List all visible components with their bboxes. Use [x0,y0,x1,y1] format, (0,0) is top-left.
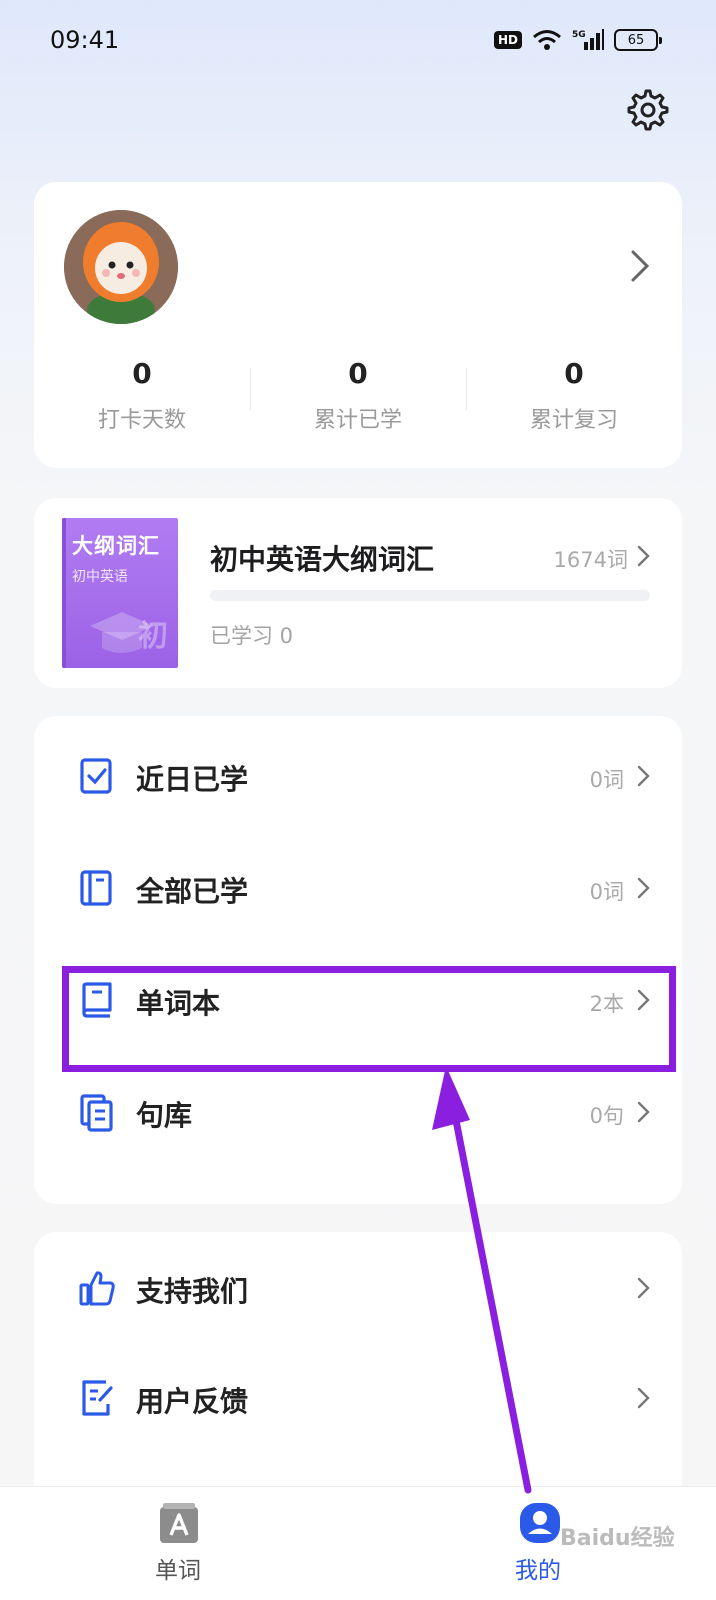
highlight-annotation-box [62,966,676,1072]
battery-icon: 65 [614,29,662,51]
chevron-right-icon [637,1277,650,1299]
menu-item-label: 句库 [136,1099,193,1132]
book-title: 初中英语大纲词汇 [210,543,435,576]
book-spine [62,518,66,668]
cover-title: 大纲词汇 [72,534,160,558]
stat-label: 打卡天数 [97,408,186,433]
hd-icon: HD [493,31,522,49]
status-icons: HD 5G 65 [493,28,662,52]
stat-value: 0 [564,357,584,390]
stat-value: 0 [132,357,152,390]
tab-label: 我的 [515,1558,561,1584]
stat-label: 累计复习 [529,408,618,433]
study-menu-card: 近日已学 0词 全部已学 0词 单词本 2本 句库 0句 [34,716,682,1204]
book-word-count: 1674词 [553,548,628,572]
feedback-edit-icon [82,1380,113,1416]
menu-item-sentence-library[interactable]: 句库 0句 [34,1056,682,1168]
check-doc-icon [80,758,112,794]
stat-value: 0 [348,357,368,390]
stat-total-reviewed[interactable]: 0 累计复习 [466,354,682,434]
menu-item-label: 用户反馈 [136,1385,249,1418]
status-bar: 09:41 HD 5G 65 [0,0,716,84]
avatar-image [64,210,178,324]
status-time: 09:41 [50,26,120,54]
graduation-cap-icon: 初 [90,612,168,654]
stats-row: 0 打卡天数 0 累计已学 0 累计复习 [34,354,682,434]
menu-item-label: 近日已学 [136,763,249,796]
menu-item-label: 支持我们 [136,1275,249,1308]
menu-item-count: 0词 [589,768,624,792]
menu-item-count: 0词 [589,880,624,904]
svg-text:初: 初 [138,619,168,654]
tab-label: 单词 [155,1558,201,1584]
stat-label: 累计已学 [313,408,402,433]
menu-item-recent-learned[interactable]: 近日已学 0词 [34,720,682,832]
current-book-card[interactable]: 大纲词汇 初中英语 初 初中英语大纲词汇 1674词 已学习 0 [34,498,682,688]
chevron-right-icon [637,1101,650,1123]
watermark: Baidu经验 [560,1526,675,1551]
book-learned-count: 已学习 0 [210,624,294,648]
stat-checkin-days[interactable]: 0 打卡天数 [34,354,250,434]
wifi-icon [533,30,561,50]
word-a-icon [160,1503,198,1543]
gear-icon[interactable] [626,88,670,132]
copy-docs-icon [80,1094,113,1132]
profile-card[interactable]: 0 打卡天数 0 累计已学 0 累计复习 [34,182,682,468]
chevron-right-icon [637,877,650,899]
menu-item-feedback[interactable]: 用户反馈 [34,1342,682,1454]
tab-words[interactable]: 单词 [108,1487,248,1600]
chevron-right-icon[interactable] [636,544,652,568]
menu-item-support-us[interactable]: 支持我们 [34,1232,682,1344]
stat-total-learned[interactable]: 0 累计已学 [250,354,466,434]
chevron-right-icon[interactable] [628,248,652,284]
battery-level: 65 [627,32,645,48]
book-cover: 大纲词汇 初中英语 初 [62,518,178,668]
book-progress-bar [210,590,650,601]
profile-icon [520,1503,560,1543]
menu-item-count: 0句 [589,1104,624,1128]
svg-text:5G: 5G [572,30,586,40]
signal-icon: 5G [572,29,604,50]
menu-item-all-learned[interactable]: 全部已学 0词 [34,832,682,944]
thumbs-up-icon [79,1271,115,1306]
cover-subtitle: 初中英语 [72,569,128,585]
menu-item-label: 全部已学 [136,875,249,908]
notebook-icon [80,870,112,906]
chevron-right-icon [637,1387,650,1409]
avatar[interactable] [64,210,178,324]
chevron-right-icon [637,765,650,787]
